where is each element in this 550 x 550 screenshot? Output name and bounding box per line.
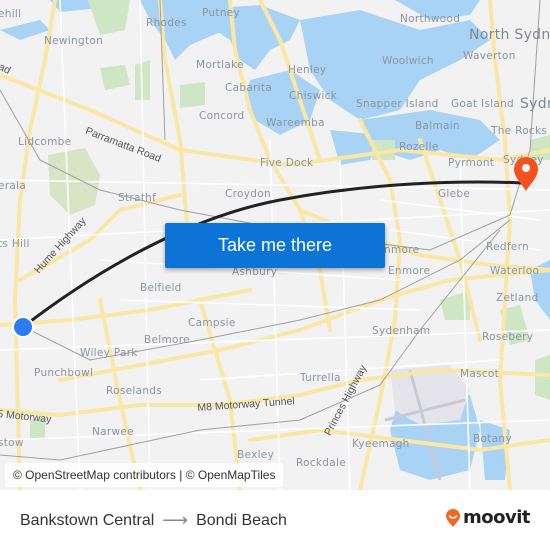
- map-label: Putney: [202, 7, 241, 19]
- map-label: North Sydn: [469, 27, 550, 43]
- map-label: Northwood: [400, 13, 461, 25]
- map-label: Croydon: [225, 188, 271, 200]
- map-label: Belmore: [144, 334, 190, 346]
- map-label: Punchbowl: [34, 367, 94, 379]
- map-label: Zetland: [496, 292, 539, 304]
- map-label: Woolwich: [382, 55, 434, 67]
- map-label: Rockdale: [296, 457, 346, 469]
- attribution-text: © OpenStreetMap contributors | © OpenMap…: [13, 468, 276, 482]
- map-label: Rhodes: [146, 17, 187, 29]
- map-label: Sydenham: [372, 325, 431, 337]
- map-label: Botany: [473, 433, 512, 445]
- map-label: ehill: [0, 8, 22, 20]
- moovit-pin-icon: [446, 508, 460, 527]
- map-label: Waterloo: [490, 265, 540, 277]
- map-label: Narwee: [92, 426, 134, 438]
- map-label: Wiley Park: [80, 347, 138, 359]
- map-label: Wareemba: [266, 117, 325, 129]
- map-label: Waverton: [463, 50, 516, 62]
- map-label: Turrella: [300, 372, 341, 384]
- arrow-right-icon: ⟶: [162, 510, 189, 530]
- map-label: Strathf: [118, 192, 157, 204]
- map-label: Mortlake: [196, 59, 244, 71]
- origin-marker[interactable]: [11, 315, 35, 339]
- moovit-logo[interactable]: moovit: [445, 507, 531, 528]
- map-view[interactable]: ehill Rhodes Putney Newington Mortlake C…: [0, 0, 550, 490]
- map-label: Lidcombe: [18, 136, 72, 148]
- map-label: Pyrmont: [448, 157, 495, 169]
- map-label: Belfield: [140, 282, 182, 294]
- map-label: Five Dock: [260, 157, 314, 169]
- moovit-wordmark: moovit: [463, 507, 531, 528]
- take-me-there-button[interactable]: Take me there: [165, 223, 385, 268]
- map-label: Sydn: [520, 96, 550, 112]
- footer-bar: Bankstown Central ⟶ Bondi Beach moovit: [0, 490, 550, 550]
- map-label: The Rocks: [491, 125, 548, 137]
- map-label: Goat Island: [451, 98, 514, 110]
- map-label: Kyeemagh: [352, 438, 410, 450]
- map-label: Roselands: [106, 385, 163, 397]
- map-label: Henley: [288, 64, 327, 76]
- map-label: stow: [0, 437, 24, 449]
- map-label: erala: [0, 180, 27, 192]
- map-label: Cabarita: [225, 82, 273, 94]
- map-label: Redfern: [486, 241, 529, 253]
- origin-name: Bankstown Central: [20, 511, 155, 529]
- map-label: Mascot: [460, 368, 500, 380]
- map-label: Chiswick: [289, 90, 338, 102]
- map-label: Glebe: [438, 188, 471, 200]
- map-label: Balmain: [415, 120, 460, 132]
- map-label: Campsie: [188, 317, 236, 329]
- map-label: Snapper Island: [356, 98, 439, 110]
- map-attribution: © OpenStreetMap contributors | © OpenMap…: [5, 463, 284, 487]
- map-label: Newington: [44, 35, 104, 47]
- map-label: Rozelle: [399, 141, 439, 153]
- map-label: Bexley: [237, 449, 275, 461]
- map-label: nmore: [384, 244, 420, 256]
- map-label: ts Hill: [0, 238, 30, 250]
- map-label: Rosebery: [482, 331, 534, 343]
- map-label: Concord: [199, 110, 245, 122]
- destination-pin-icon[interactable]: [511, 155, 541, 193]
- map-label: Enmore: [388, 265, 431, 277]
- destination-name: Bondi Beach: [196, 511, 287, 529]
- route-summary: Bankstown Central ⟶ Bondi Beach: [20, 510, 287, 531]
